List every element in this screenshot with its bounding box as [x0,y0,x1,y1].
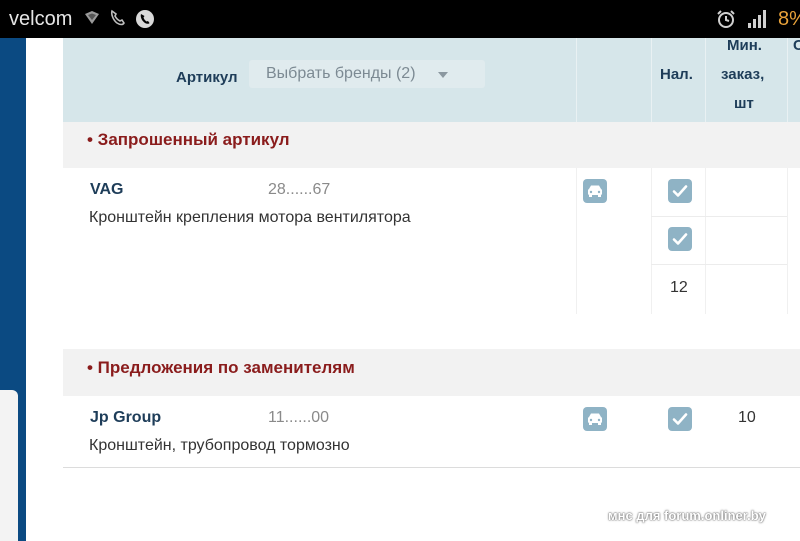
car-button[interactable] [583,407,607,431]
brand-name[interactable]: Jp Group [90,409,161,427]
availability-quantity: 12 [670,279,688,296]
signal-diamond-icon [85,11,99,24]
brand-name[interactable]: VAG [90,181,123,199]
min-order-quantity: 10 [738,409,756,426]
battery-percent: 8% [778,8,800,30]
availability-check-button[interactable] [668,407,692,431]
checkmark-icon [672,413,688,425]
sidebar-handle[interactable] [0,390,18,541]
chevron-down-icon [438,72,448,78]
column-header-min-order-line3: шт [734,95,754,112]
car-icon [588,413,602,425]
column-header-min-order-line1: Мин. [727,37,762,54]
watermark: мнс для forum.onliner.by [608,508,766,523]
call-circle-icon [136,10,154,28]
part-number[interactable]: 11......00 [268,409,329,427]
availability-check-button[interactable] [668,179,692,203]
checkmark-icon [672,185,688,197]
column-header-article[interactable]: Артикул [176,69,238,86]
part-number[interactable]: 28......67 [268,181,330,199]
part-description: Кронштейн, трубопровод тормозно [89,437,350,454]
car-icon [588,185,602,197]
status-bar: velcom 8% [0,0,800,38]
brand-select-value: Выбрать бренды (2) [266,65,416,82]
checkmark-icon [672,233,688,245]
car-button[interactable] [583,179,607,203]
column-header-availability[interactable]: Нал. [660,66,693,83]
section-title-requested: • Запрошенный артикул [87,130,290,149]
phone-icon [110,9,125,26]
part-description: Кронштейн крепления мотора вентилятора [89,209,411,226]
carrier-name: velcom [9,8,73,30]
column-header-min-order-line2: заказ, [721,66,765,83]
signal-bars-icon [748,10,766,28]
availability-check-button[interactable] [668,227,692,251]
alarm-icon [717,10,735,28]
column-header-cut: С [793,37,800,54]
section-title-substitutes: • Предложения по заменителям [87,358,355,377]
